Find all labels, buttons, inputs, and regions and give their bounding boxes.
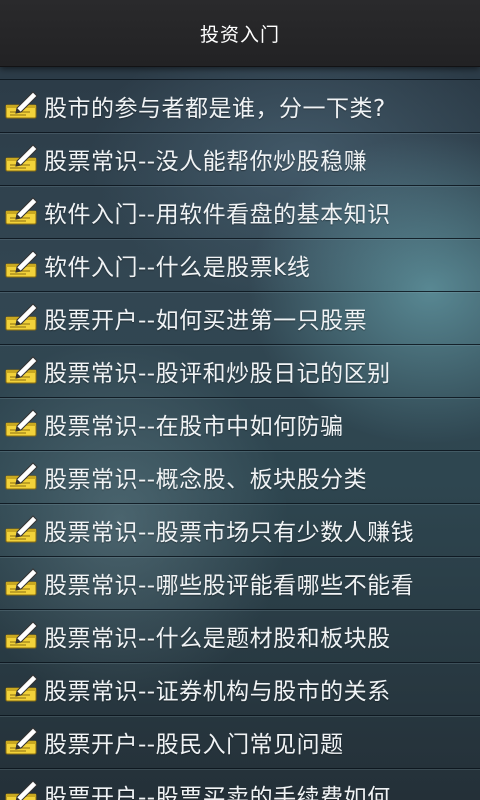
notepad-pencil-icon xyxy=(2,404,42,444)
page-title: 投资入门 xyxy=(199,23,280,46)
notepad-pencil-icon xyxy=(2,245,42,285)
list-item[interactable]: 股票常识--证券机构与股市的关系 xyxy=(0,663,480,716)
article-list[interactable]: 股市的参与者都是谁，分一下类? 股票常识--没人能帮你炒股稳赚 软件入门--用软件看… xyxy=(0,79,480,800)
notepad-pencil-icon xyxy=(2,669,42,709)
list-item-label: 股票开户--如何买进第一只股票 xyxy=(44,308,368,334)
list-item-label: 股票常识--概念股、板块股分类 xyxy=(44,467,368,493)
notepad-pencil-icon xyxy=(2,298,42,338)
list-item-label: 股票常识--证券机构与股市的关系 xyxy=(44,679,391,705)
list-item[interactable]: 股票常识--什么是题材股和板块股 xyxy=(0,610,480,663)
list-item-label: 股票常识--在股市中如何防骗 xyxy=(44,414,344,440)
list-item-label: 软件入门--什么是股票k线 xyxy=(44,255,311,281)
list-item[interactable]: 股票开户--股民入门常见问题 xyxy=(0,716,480,769)
list-item[interactable]: 股票常识--没人能帮你炒股稳赚 xyxy=(0,133,480,186)
list-item-label: 股票开户--股民入门常见问题 xyxy=(44,732,344,758)
list-item-label: 股市的参与者都是谁，分一下类? xyxy=(44,96,386,122)
notepad-pencil-icon xyxy=(2,192,42,232)
list-item[interactable]: 股票常识--哪些股评能看哪些不能看 xyxy=(0,557,480,610)
list-item-label: 股票常识--没人能帮你炒股稳赚 xyxy=(44,149,368,175)
notepad-pencil-icon xyxy=(2,86,42,126)
notepad-pencil-icon xyxy=(2,722,42,762)
list-item[interactable]: 软件入门--用软件看盘的基本知识 xyxy=(0,186,480,239)
title-bar: 投资入门 xyxy=(0,0,480,67)
list-item[interactable]: 股票常识--在股市中如何防骗 xyxy=(0,398,480,451)
list-item[interactable]: 股票开户--如何买进第一只股票 xyxy=(0,292,480,345)
list-item[interactable]: 软件入门--什么是股票k线 xyxy=(0,239,480,292)
notepad-pencil-icon xyxy=(2,775,42,800)
notepad-pencil-icon xyxy=(2,616,42,656)
list-item[interactable]: 股票常识--概念股、板块股分类 xyxy=(0,451,480,504)
list-item-label: 股票开户--股票买卖的手续费如何 xyxy=(44,785,391,800)
notepad-pencil-icon xyxy=(2,457,42,497)
list-item[interactable]: 股票常识--股评和炒股日记的区别 xyxy=(0,345,480,398)
list-item-label: 股票常识--哪些股评能看哪些不能看 xyxy=(44,573,415,599)
list-item-label: 软件入门--用软件看盘的基本知识 xyxy=(44,202,391,228)
list-item[interactable]: 股票常识--股票市场只有少数人赚钱 xyxy=(0,504,480,557)
list-item-label: 股票常识--股评和炒股日记的区别 xyxy=(44,361,391,387)
notepad-pencil-icon xyxy=(2,510,42,550)
notepad-pencil-icon xyxy=(2,139,42,179)
list-item[interactable]: 股市的参与者都是谁，分一下类? xyxy=(0,79,480,133)
list-item-label: 股票常识--股票市场只有少数人赚钱 xyxy=(44,520,415,546)
notepad-pencil-icon xyxy=(2,563,42,603)
notepad-pencil-icon xyxy=(2,351,42,391)
list-item-label: 股票常识--什么是题材股和板块股 xyxy=(44,626,391,652)
list-item[interactable]: 股票开户--股票买卖的手续费如何 xyxy=(0,769,480,800)
app-screen: 投资入门 股市的参与者都是谁，分一下类? 股票常识--没人能帮你炒股稳赚 软件入门-… xyxy=(0,0,480,800)
